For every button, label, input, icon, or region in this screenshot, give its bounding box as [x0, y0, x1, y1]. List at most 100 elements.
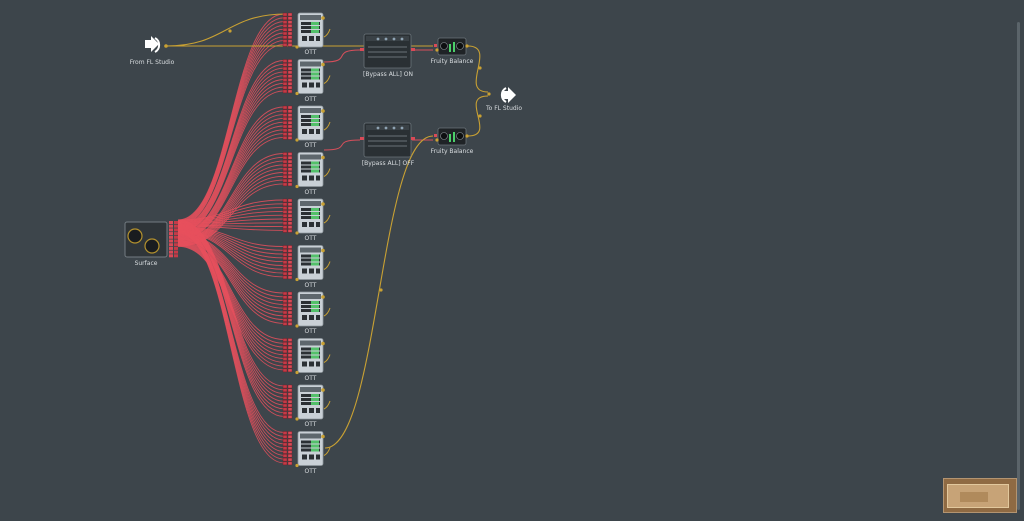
bypass-on-node[interactable] — [360, 33, 415, 69]
vertical-scrollbar[interactable] — [1017, 22, 1020, 510]
parameter-port[interactable] — [282, 213, 288, 218]
parameter-port[interactable] — [287, 35, 293, 39]
audio-input-port[interactable] — [295, 231, 299, 235]
ott-node[interactable] — [282, 105, 325, 142]
surface-output-port[interactable] — [174, 221, 178, 224]
parameter-port[interactable] — [287, 431, 293, 435]
parameter-port[interactable] — [287, 368, 293, 373]
parameter-port[interactable] — [287, 210, 293, 214]
parameter-port[interactable] — [282, 20, 288, 24]
audio-input-port[interactable] — [295, 184, 299, 189]
parameter-port[interactable] — [287, 307, 293, 311]
parameter-port[interactable] — [287, 28, 293, 32]
parameter-port[interactable] — [287, 43, 293, 47]
parameter-port[interactable] — [287, 70, 293, 75]
parameter-port[interactable] — [287, 120, 293, 125]
parameter-port[interactable] — [287, 322, 293, 326]
parameter-port[interactable] — [287, 89, 293, 94]
parameter-port[interactable] — [282, 70, 288, 75]
parameter-port[interactable] — [287, 245, 293, 249]
ott-node[interactable] — [282, 152, 325, 189]
parameter-port[interactable] — [287, 318, 293, 322]
surface-output-port[interactable] — [174, 243, 178, 247]
parameter-port[interactable] — [287, 63, 293, 67]
parameter-port[interactable] — [287, 461, 293, 466]
parameter-port[interactable] — [282, 28, 288, 32]
parameter-port[interactable] — [287, 117, 293, 121]
parameter-port[interactable] — [282, 152, 288, 156]
knob-icon[interactable] — [127, 228, 143, 244]
parameter-port[interactable] — [282, 117, 288, 121]
parameter-port[interactable] — [282, 264, 288, 268]
ott-node[interactable] — [282, 338, 325, 375]
parameter-port[interactable] — [282, 178, 288, 183]
audio-output-port[interactable] — [321, 388, 325, 392]
parameter-port[interactable] — [282, 66, 288, 71]
parameter-port[interactable] — [282, 120, 288, 125]
parameter-port[interactable] — [287, 403, 293, 408]
parameter-port[interactable] — [282, 407, 288, 411]
parameter-port[interactable] — [287, 85, 293, 90]
parameter-port[interactable] — [287, 357, 293, 361]
parameter-port[interactable] — [282, 368, 288, 373]
parameter-port[interactable] — [282, 303, 288, 307]
parameter-port[interactable] — [287, 435, 293, 439]
surface-output-port[interactable] — [169, 246, 173, 250]
parameter-port[interactable] — [287, 275, 293, 280]
parameter-port[interactable] — [287, 392, 293, 396]
audio-output-port[interactable] — [321, 109, 325, 113]
audio-output-port[interactable] — [321, 62, 325, 67]
parameter-port[interactable] — [287, 198, 293, 203]
parameter-port[interactable] — [287, 457, 293, 462]
ott-node[interactable] — [282, 245, 325, 282]
bypass-input-port[interactable] — [360, 137, 364, 140]
parameter-port[interactable] — [282, 307, 288, 311]
parameter-port[interactable] — [282, 349, 288, 354]
surface-output-port[interactable] — [174, 239, 178, 243]
surface-output-port[interactable] — [169, 235, 173, 239]
audio-input-port[interactable] — [295, 138, 299, 142]
surface-output-port[interactable] — [174, 250, 178, 254]
balance-input-port[interactable] — [434, 44, 437, 47]
parameter-port[interactable] — [287, 31, 293, 36]
parameter-port[interactable] — [287, 364, 293, 369]
parameter-port[interactable] — [287, 167, 293, 171]
parameter-port[interactable] — [287, 361, 293, 365]
bypass-output-port[interactable] — [411, 48, 415, 51]
parameter-port[interactable] — [287, 345, 293, 350]
audio-input-port[interactable] — [295, 91, 299, 96]
parameter-port[interactable] — [287, 310, 293, 315]
parameter-port[interactable] — [282, 105, 288, 110]
parameter-port[interactable] — [282, 175, 288, 179]
parameter-port[interactable] — [282, 461, 288, 466]
parameter-port[interactable] — [282, 43, 288, 47]
surface-output-port[interactable] — [169, 224, 173, 228]
audio-output-port[interactable] — [321, 155, 325, 160]
parameter-port[interactable] — [282, 450, 288, 454]
audio-input-port[interactable] — [295, 277, 299, 282]
surface-output-port[interactable] — [174, 228, 178, 232]
parameter-port[interactable] — [282, 396, 288, 400]
parameter-port[interactable] — [282, 82, 288, 86]
parameter-port[interactable] — [282, 89, 288, 94]
parameter-port[interactable] — [282, 156, 288, 160]
ott-node[interactable] — [282, 431, 325, 468]
parameter-port[interactable] — [287, 249, 293, 253]
parameter-port[interactable] — [282, 59, 288, 63]
audio-output-port[interactable] — [321, 341, 325, 346]
parameter-port[interactable] — [287, 268, 293, 272]
audio-output-port[interactable] — [164, 44, 168, 48]
surface-output-port[interactable] — [169, 228, 173, 232]
parameter-port[interactable] — [287, 136, 293, 140]
audio-input-port[interactable] — [295, 370, 299, 375]
ott-node[interactable] — [282, 59, 325, 96]
parameter-port[interactable] — [282, 229, 288, 233]
ott-node[interactable] — [282, 12, 325, 49]
parameter-port[interactable] — [282, 446, 288, 450]
parameter-port[interactable] — [282, 39, 288, 43]
parameter-port[interactable] — [287, 438, 293, 443]
parameter-port[interactable] — [287, 213, 293, 218]
parameter-port[interactable] — [282, 210, 288, 214]
parameter-port[interactable] — [287, 338, 293, 342]
bypass-off-node[interactable] — [360, 122, 415, 158]
